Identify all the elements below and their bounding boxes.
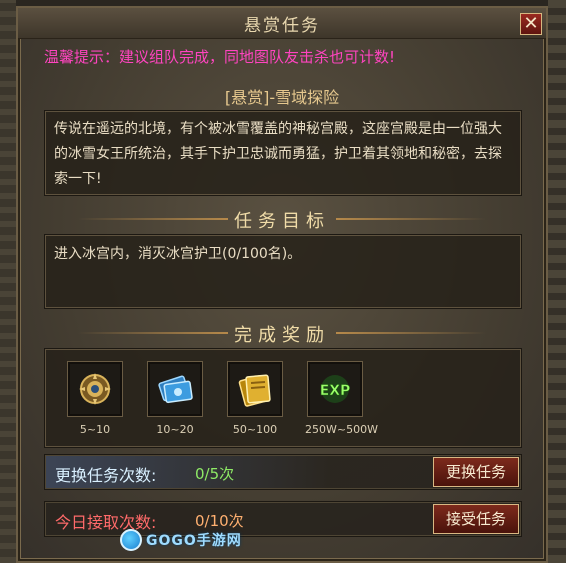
close-icon: ✕ xyxy=(523,13,539,34)
quest-description: 传说在遥远的北境，有个被冰雪覆盖的神秘宫殿，这座宫殿是由一位强大的冰雪女王所统治… xyxy=(54,121,502,187)
close-button[interactable]: ✕ xyxy=(520,13,542,35)
reward-box: 5~10 10~20 50~100 EXP 250W~500W xyxy=(44,348,522,448)
watermark-text: GOGO手游网 xyxy=(146,533,242,549)
refresh-count-label: 更换任务次数: xyxy=(55,466,157,485)
reward-slot[interactable]: EXP xyxy=(307,361,363,417)
reward-amount: 250W~500W xyxy=(305,423,378,436)
reward-section-header: 完成奖励 xyxy=(18,320,546,346)
reward-slot[interactable] xyxy=(147,361,203,417)
quest-name: [悬赏]-雪域探险 xyxy=(224,88,340,107)
exp-icon: EXP xyxy=(319,375,351,403)
reward-slot[interactable] xyxy=(227,361,283,417)
goal-section-header: 任务目标 xyxy=(18,206,546,232)
reward-amount: 10~20 xyxy=(156,423,194,436)
refresh-count-row: 更换任务次数: 0/5次 更换任务 xyxy=(44,454,522,490)
divider-right xyxy=(336,218,486,220)
background-map-right xyxy=(548,0,566,563)
reward-item[interactable]: 10~20 xyxy=(145,361,205,436)
divider-right xyxy=(336,332,486,334)
reward-slot[interactable] xyxy=(67,361,123,417)
reward-item[interactable]: 5~10 xyxy=(65,361,125,436)
quest-description-box: 传说在遥远的北境，有个被冰雪覆盖的神秘宫殿，这座宫殿是由一位强大的冰雪女王所统治… xyxy=(44,110,522,196)
goal-section-title: 任务目标 xyxy=(234,211,330,232)
refresh-count-value: 0/5次 xyxy=(195,465,235,483)
reward-amount: 5~10 xyxy=(79,423,111,436)
accept-quest-button[interactable]: 接受任务 xyxy=(433,504,519,534)
tip-text: 温馨提示：建议组队完成，同地图队友击杀也可计数! xyxy=(44,48,396,66)
dialog-title: 悬赏任务 xyxy=(244,16,320,36)
reward-item[interactable]: EXP 250W~500W xyxy=(305,361,378,436)
reward-section-title: 完成奖励 xyxy=(234,325,330,346)
background-map-left xyxy=(0,0,16,563)
reward-amount: 50~100 xyxy=(232,423,278,436)
accept-count-row: 今日接取次数: 0/10次 接受任务 xyxy=(44,501,522,537)
watermark-logo-icon xyxy=(120,529,142,551)
gold-ticket-icon xyxy=(238,374,271,407)
gold-coin-icon xyxy=(79,373,111,405)
bounty-quest-dialog: 悬赏任务 ✕ 温馨提示：建议组队完成，同地图队友击杀也可计数! [悬赏]-雪域探… xyxy=(16,6,548,563)
quest-goal-box: 进入冰宫内，消灭冰宫护卫(0/100名)。 xyxy=(44,234,522,309)
exp-icon-text: EXP xyxy=(320,383,351,399)
reward-item[interactable]: 50~100 xyxy=(225,361,285,436)
refresh-quest-button[interactable]: 更换任务 xyxy=(433,457,519,487)
blue-ticket-icon xyxy=(158,375,193,404)
watermark: GOGO手游网 xyxy=(120,528,242,552)
quest-goal-text: 进入冰宫内，消灭冰宫护卫(0/100名)。 xyxy=(54,246,302,262)
title-bar: 悬赏任务 ✕ xyxy=(18,8,546,39)
